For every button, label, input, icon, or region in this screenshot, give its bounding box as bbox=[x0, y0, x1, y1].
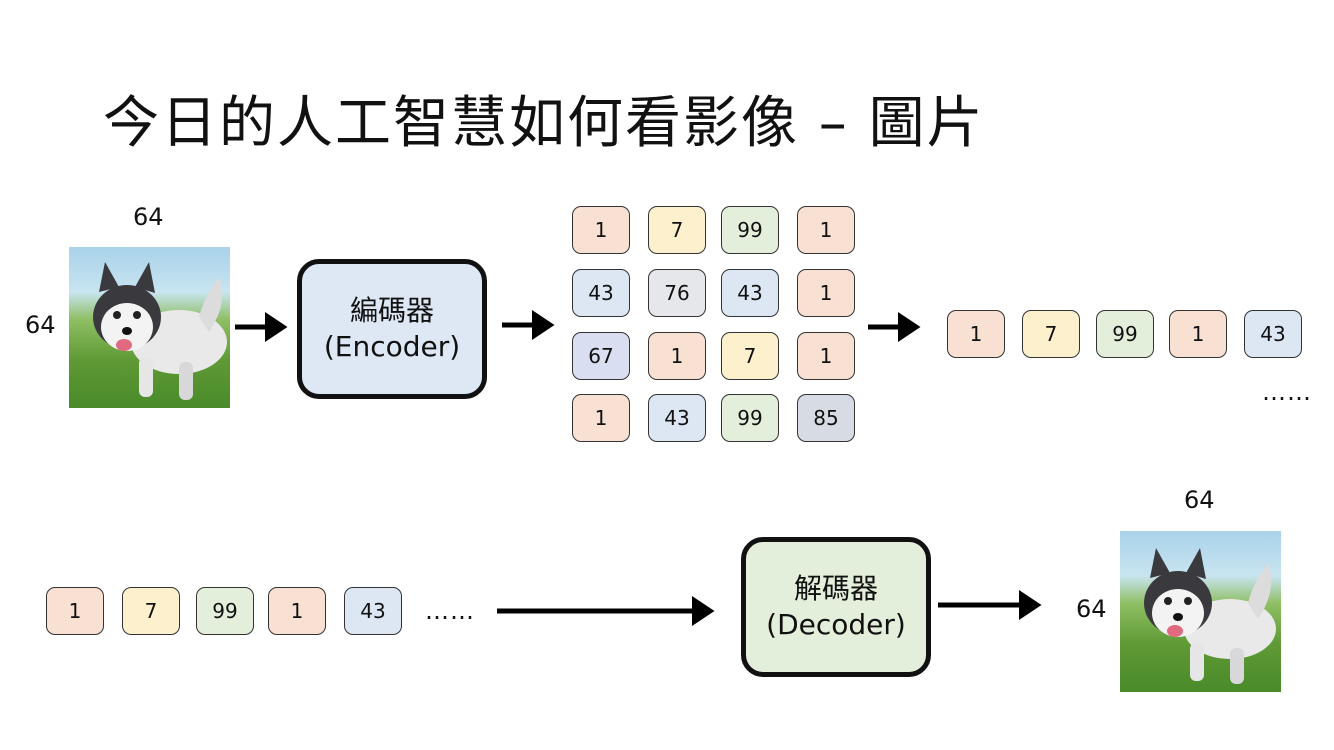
flow-arrows bbox=[235, 310, 1042, 626]
